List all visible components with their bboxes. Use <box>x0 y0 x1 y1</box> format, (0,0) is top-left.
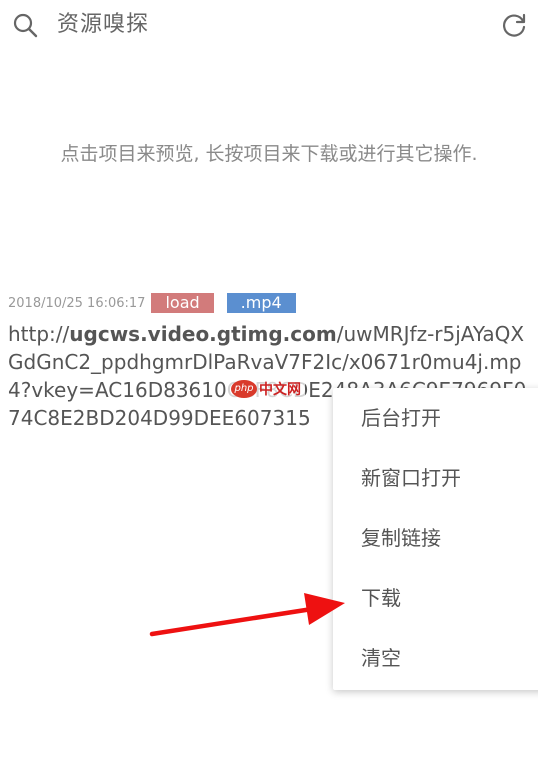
context-menu: 后台打开 新窗口打开 复制链接 下载 清空 <box>333 388 538 690</box>
menu-item-clear[interactable]: 清空 <box>333 628 538 688</box>
menu-item-copy-link[interactable]: 复制链接 <box>333 508 538 568</box>
menu-item-download[interactable]: 下载 <box>333 568 538 628</box>
refresh-icon[interactable] <box>500 11 528 39</box>
url-prefix: http:// <box>8 322 70 346</box>
watermark-text: 中文网 <box>259 382 301 398</box>
status-badge: load <box>151 293 214 313</box>
item-timestamp: 2018/10/25 16:06:17 <box>8 295 146 311</box>
site-watermark: php 中文网 <box>227 376 305 402</box>
menu-item-open-background[interactable]: 后台打开 <box>333 388 538 448</box>
app-header: 资源嗅探 <box>0 0 538 50</box>
file-type-badge: .mp4 <box>226 293 296 313</box>
menu-item-open-new-window[interactable]: 新窗口打开 <box>333 448 538 508</box>
url-host: ugcws.video.gtimg.com <box>69 322 337 346</box>
page-title: 资源嗅探 <box>57 12 150 37</box>
search-icon[interactable] <box>12 12 38 38</box>
item-meta: 2018/10/25 16:06:17 load .mp4 <box>8 292 530 314</box>
watermark-logo: php <box>231 380 257 398</box>
usage-hint: 点击项目来预览, 长按项目来下载或进行其它操作. <box>60 143 478 165</box>
